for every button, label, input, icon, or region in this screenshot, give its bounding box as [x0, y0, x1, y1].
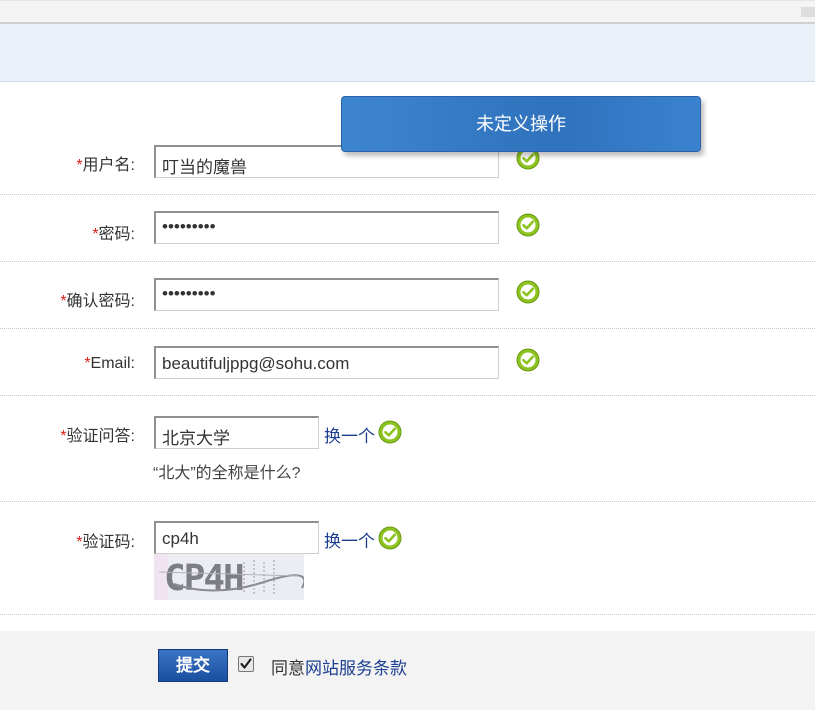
captcha-image[interactable]: CP4H [154, 554, 304, 600]
check-ok-icon [516, 348, 540, 372]
password-label: *密码: [92, 226, 135, 243]
confirm-password-row: *确认密码: ••••••••• [0, 262, 815, 329]
check-ok-icon [516, 213, 540, 237]
captcha-label: *验证码: [76, 534, 135, 551]
username-label: *用户名: [76, 157, 135, 174]
captcha-row: *验证码: cp4h 换一个 [0, 502, 815, 615]
question-label: *验证问答: [60, 428, 135, 445]
agree-checkbox[interactable] [238, 656, 254, 672]
change-captcha-link[interactable]: 换一个 [324, 527, 375, 552]
agree-text: 同意网站服务条款 [271, 659, 407, 678]
email-label: *Email: [84, 355, 135, 372]
email-input[interactable]: beautifuljppg@sohu.com [154, 346, 499, 379]
question-row: *验证问答: 北京大学 换一个 “北大”的全称是什么? [0, 396, 815, 502]
question-hint: “北大”的全称是什么? [153, 465, 301, 482]
question-answer-input[interactable]: 北京大学 [154, 416, 319, 449]
password-input[interactable]: ••••••••• [154, 211, 499, 244]
checkmark-icon [240, 658, 252, 669]
undefined-action-popup[interactable]: 未定义操作 [341, 96, 701, 152]
captcha-input[interactable]: cp4h [154, 521, 319, 554]
confirm-password-input[interactable]: ••••••••• [154, 278, 499, 311]
check-ok-icon [516, 280, 540, 304]
scroll-edge [801, 7, 815, 17]
captcha-image-text: CP4H [164, 558, 243, 599]
password-row: *密码: ••••••••• [0, 195, 815, 262]
top-bar [0, 0, 815, 24]
form-footer [0, 631, 815, 710]
submit-button[interactable]: 提交 [158, 649, 228, 682]
check-ok-icon [378, 420, 402, 444]
confirm-password-label: *确认密码: [60, 293, 135, 310]
terms-link[interactable]: 网站服务条款 [305, 659, 407, 678]
change-question-link[interactable]: 换一个 [324, 422, 375, 447]
check-ok-icon [378, 526, 402, 550]
header-band [0, 24, 815, 82]
email-row: *Email: beautifuljppg@sohu.com [0, 329, 815, 396]
